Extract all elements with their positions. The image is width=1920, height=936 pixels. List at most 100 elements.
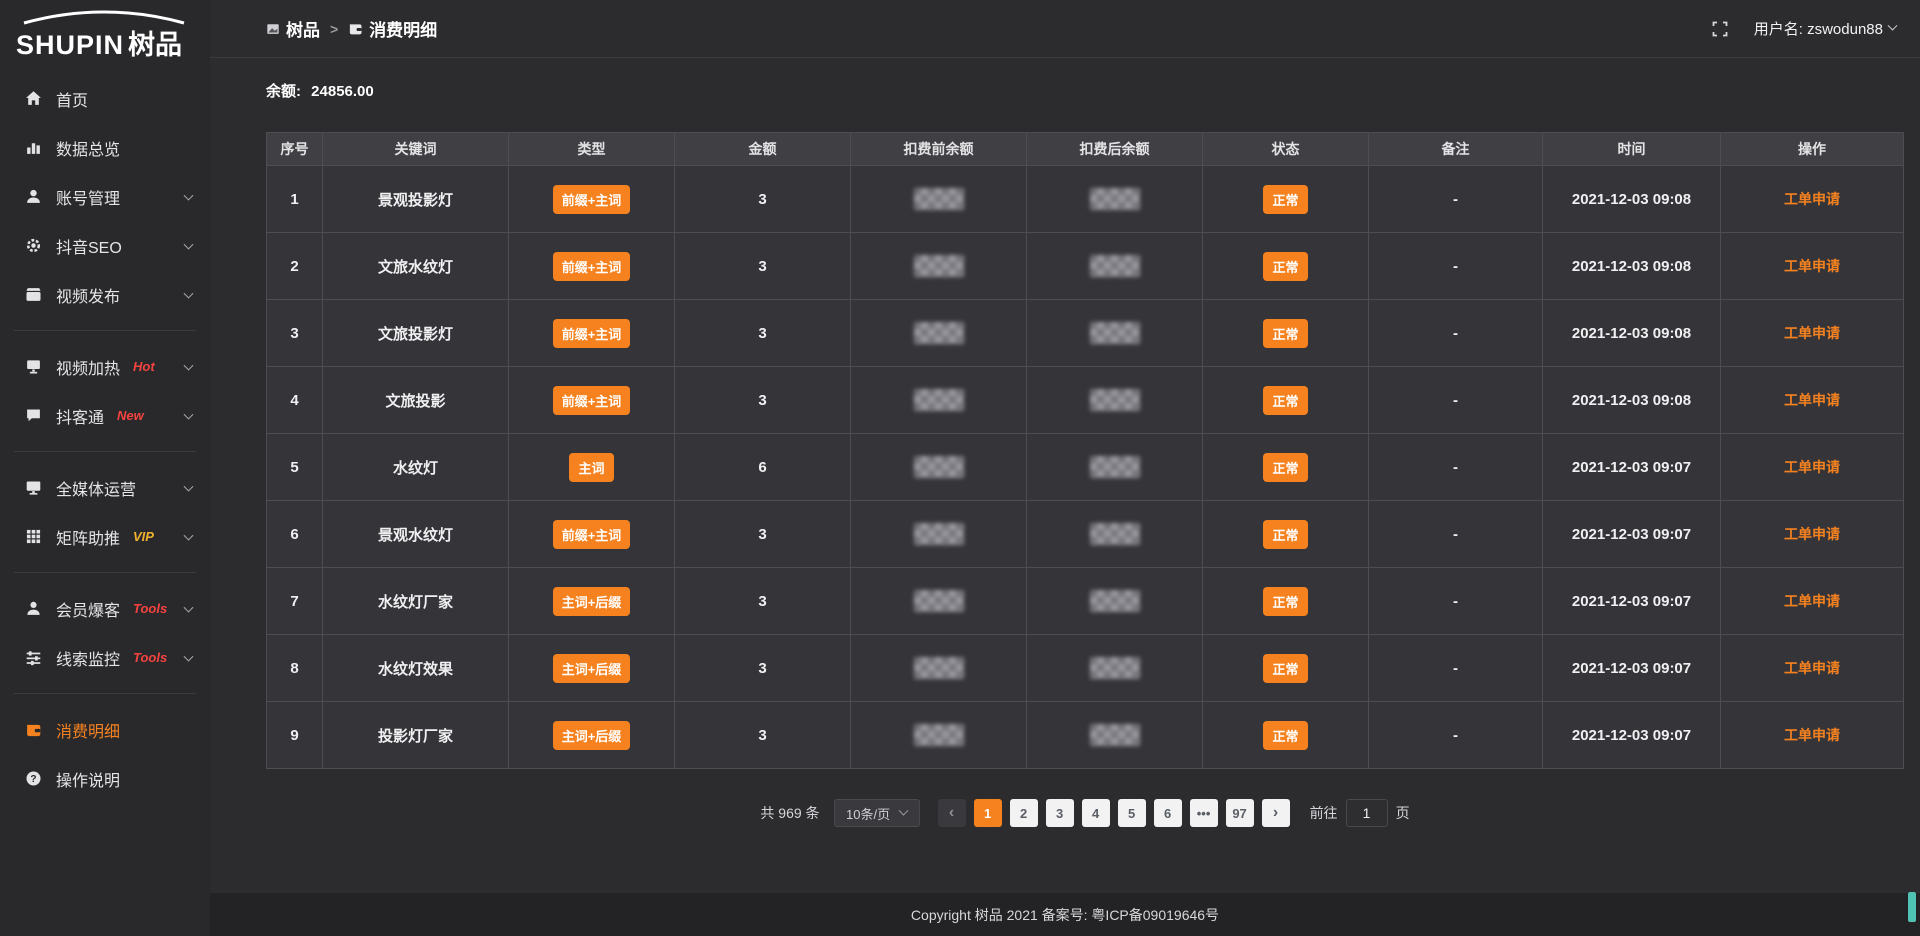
cell-remark: - (1369, 568, 1543, 635)
work-order-link[interactable]: 工单申请 (1784, 526, 1840, 542)
member-icon (24, 600, 42, 618)
breadcrumb-home[interactable]: 树品 (266, 16, 320, 41)
screen-icon (24, 479, 42, 497)
work-order-link[interactable]: 工单申请 (1784, 258, 1840, 274)
goto-suffix: 页 (1396, 803, 1410, 823)
blurred-balance-before (914, 657, 964, 679)
sidebar-item-douketong[interactable]: 抖客通 New (0, 391, 210, 440)
sidebar-item-instructions[interactable]: ? 操作说明 (0, 754, 210, 803)
work-order-link[interactable]: 工单申请 (1784, 459, 1840, 475)
type-badge: 主词+后缀 (553, 587, 631, 616)
sidebar-item-label: 全媒体运营 (56, 476, 136, 500)
prev-page-button[interactable]: ‹ (938, 799, 966, 827)
cell-keyword: 景观水纹灯 (323, 501, 509, 568)
type-badge: 主词 (569, 453, 613, 482)
sidebar-item-video-heat[interactable]: 视频加热 Hot (0, 342, 210, 391)
video-publish-icon (24, 286, 42, 304)
breadcrumb-separator: > (330, 21, 338, 37)
sliders-icon (24, 649, 42, 667)
type-badge: 前缀+主词 (553, 520, 631, 549)
table-row: 3文旅投影灯前缀+主词3正常-2021-12-03 09:08工单申请 (267, 300, 1904, 367)
gear-icon (24, 237, 42, 255)
cell-keyword: 文旅投影灯 (323, 300, 509, 367)
work-order-link[interactable]: 工单申请 (1784, 660, 1840, 676)
sidebar-item-matrix-boost[interactable]: 矩阵助推 VIP (0, 512, 210, 561)
work-order-link[interactable]: 工单申请 (1784, 325, 1840, 341)
page-button-3[interactable]: 3 (1046, 799, 1074, 827)
work-order-link[interactable]: 工单申请 (1784, 727, 1840, 743)
blurred-balance-before (914, 188, 964, 210)
app-logo[interactable]: SHUPIN树品 (0, 0, 210, 64)
vip-tag: VIP (133, 529, 154, 544)
cell-time: 2021-12-03 09:08 (1543, 300, 1721, 367)
chevron-down-icon (184, 602, 194, 612)
fullscreen-icon[interactable] (1712, 21, 1728, 37)
sidebar-item-label: 会员爆客 (56, 597, 120, 621)
page-button-4[interactable]: 4 (1082, 799, 1110, 827)
page-size-value: 10条/页 (846, 804, 890, 823)
cell-amount: 3 (675, 702, 851, 769)
sidebar-item-label: 数据总览 (56, 136, 120, 160)
status-badge: 正常 (1263, 185, 1307, 214)
sidebar-item-media-ops[interactable]: 全媒体运营 (0, 463, 210, 512)
cell-time: 2021-12-03 09:07 (1543, 434, 1721, 501)
sidebar-item-account-mgmt[interactable]: 账号管理 (0, 172, 210, 221)
user-icon (24, 188, 42, 206)
cell-keyword: 景观投影灯 (323, 166, 509, 233)
total-count: 共 969 条 (760, 803, 819, 823)
breadcrumb-home-label: 树品 (286, 16, 320, 41)
sidebar-item-home[interactable]: 首页 (0, 74, 210, 123)
sidebar-item-lead-monitor[interactable]: 线索监控 Tools (0, 633, 210, 682)
work-order-link[interactable]: 工单申请 (1784, 392, 1840, 408)
cell-index: 8 (267, 635, 323, 702)
page-button-2[interactable]: 2 (1010, 799, 1038, 827)
sidebar-item-consumption-detail[interactable]: 消费明细 (0, 705, 210, 754)
type-badge: 前缀+主词 (553, 319, 631, 348)
chevron-down-icon (184, 288, 194, 298)
cell-time: 2021-12-03 09:08 (1543, 166, 1721, 233)
table-row: 5水纹灯主词6正常-2021-12-03 09:07工单申请 (267, 434, 1904, 501)
cell-index: 6 (267, 501, 323, 568)
work-order-link[interactable]: 工单申请 (1784, 191, 1840, 207)
page-button-97[interactable]: 97 (1226, 799, 1254, 827)
type-badge: 前缀+主词 (553, 252, 631, 281)
table-row: 4文旅投影前缀+主词3正常-2021-12-03 09:08工单申请 (267, 367, 1904, 434)
col-status: 状态 (1203, 133, 1369, 166)
work-order-link[interactable]: 工单申请 (1784, 593, 1840, 609)
table-row: 1景观投影灯前缀+主词3正常-2021-12-03 09:08工单申请 (267, 166, 1904, 233)
status-badge: 正常 (1263, 520, 1307, 549)
sidebar: SHUPIN树品 首页 数据总览 账号管理 抖音SEO 视频发布 (0, 0, 210, 936)
page-ellipsis-button[interactable]: ••• (1190, 799, 1218, 827)
sidebar-item-douyin-seo[interactable]: 抖音SEO (0, 221, 210, 270)
page-button-5[interactable]: 5 (1118, 799, 1146, 827)
cell-time: 2021-12-03 09:07 (1543, 635, 1721, 702)
scrollbar-thumb[interactable] (1908, 892, 1916, 922)
logo-text: SHUPIN树品 (16, 23, 196, 62)
page-footer: Copyright 树品 2021 备案号: 粤ICP备09019646号 (210, 893, 1920, 936)
page-button-1[interactable]: 1 (974, 799, 1002, 827)
tools-tag: Tools (133, 601, 167, 616)
cell-amount: 6 (675, 434, 851, 501)
cell-amount: 3 (675, 568, 851, 635)
cell-remark: - (1369, 434, 1543, 501)
next-page-button[interactable]: › (1262, 799, 1290, 827)
col-balance-after: 扣费后余额 (1027, 133, 1203, 166)
main-content: 余额: 24856.00 序号 关键词 类型 金额 扣费前余额 扣费后余额 状态… (210, 59, 1920, 893)
cell-index: 3 (267, 300, 323, 367)
blurred-balance-before (914, 322, 964, 344)
user-menu[interactable]: 用户名: zswodun88 (1754, 18, 1896, 39)
sidebar-item-video-publish[interactable]: 视频发布 (0, 270, 210, 319)
sidebar-item-data-overview[interactable]: 数据总览 (0, 123, 210, 172)
blurred-balance-after (1090, 657, 1140, 679)
cell-time: 2021-12-03 09:08 (1543, 367, 1721, 434)
status-badge: 正常 (1263, 252, 1307, 281)
page-button-6[interactable]: 6 (1154, 799, 1182, 827)
col-remark: 备注 (1369, 133, 1543, 166)
home-icon (24, 90, 42, 108)
consumption-table: 序号 关键词 类型 金额 扣费前余额 扣费后余额 状态 备注 时间 操作 1景观… (266, 132, 1904, 769)
chevron-down-icon (184, 409, 194, 419)
sidebar-item-member-tools[interactable]: 会员爆客 Tools (0, 584, 210, 633)
goto-page-input[interactable] (1346, 799, 1388, 827)
chevron-down-icon (184, 239, 194, 249)
page-size-select[interactable]: 10条/页 (834, 799, 920, 827)
